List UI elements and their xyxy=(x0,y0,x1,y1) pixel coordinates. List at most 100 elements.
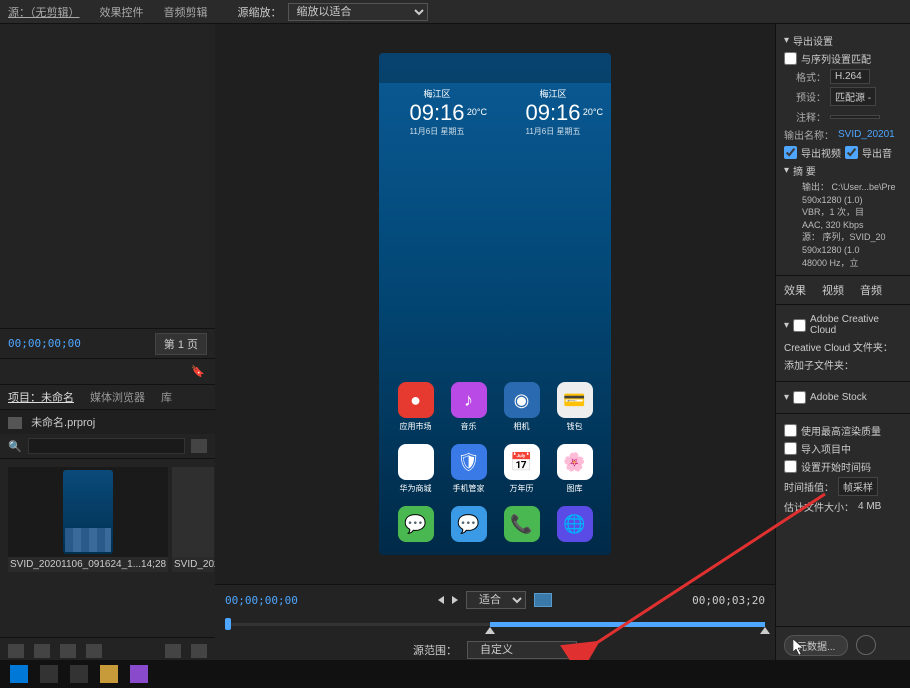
sort-icon[interactable] xyxy=(86,644,102,658)
app-item: ◉相机 xyxy=(504,382,540,432)
app-item: 🌐 xyxy=(557,506,593,545)
summary-src-label: 源： xyxy=(802,232,820,242)
mouse-cursor xyxy=(793,639,805,655)
app-item: ♪音乐 xyxy=(451,382,487,432)
app-label: 应用市场 xyxy=(400,421,432,432)
app-item: 🌸图库 xyxy=(557,444,593,494)
app-item: 💬 xyxy=(398,506,434,545)
export-frame-icon[interactable] xyxy=(534,593,552,607)
start-icon[interactable] xyxy=(10,665,28,683)
list-view-icon[interactable] xyxy=(8,644,24,658)
in-handle[interactable] xyxy=(485,627,495,634)
app-item: 📅万年历 xyxy=(504,444,540,494)
time-interp-select[interactable]: 帧采样 xyxy=(838,477,878,496)
tabs-bar: 源：（无剪辑） 效果控件 音频剪辑 源缩放： 缩放以适合 xyxy=(0,0,910,24)
tab-effects[interactable]: 效果控件 xyxy=(100,4,144,20)
out-handle[interactable] xyxy=(760,627,770,634)
tab-audio[interactable]: 音频 xyxy=(860,282,882,298)
export-video-label: 导出视频 xyxy=(801,145,841,160)
lock-temp-2: 20°C xyxy=(583,107,603,117)
app-icon: 📞 xyxy=(504,506,540,542)
app-icon: 💬 xyxy=(398,506,434,542)
new-item-icon[interactable] xyxy=(165,644,181,658)
explorer-icon[interactable] xyxy=(100,665,118,683)
lock-time-2: 09:16 xyxy=(525,100,580,126)
windows-taskbar xyxy=(0,660,910,688)
taskview-icon[interactable] xyxy=(70,665,88,683)
search-taskbar-icon[interactable] xyxy=(40,665,58,683)
app-icon: ♪ xyxy=(451,382,487,418)
icon-view-icon[interactable] xyxy=(34,644,50,658)
outname-link[interactable]: SVID_20201 xyxy=(838,129,895,140)
marker-icon[interactable]: 🔖 xyxy=(191,365,205,378)
import-proj-checkbox[interactable] xyxy=(784,442,797,455)
source-scale: 源缩放： 缩放以适合 xyxy=(238,3,428,21)
freeform-icon[interactable] xyxy=(60,644,76,658)
acc-folder-label: Creative Cloud 文件夹： xyxy=(784,339,893,354)
comment-input[interactable] xyxy=(830,115,880,119)
chevron-down-icon[interactable]: ▾ xyxy=(784,165,789,176)
trash-icon[interactable] xyxy=(191,644,207,658)
step-back-icon[interactable] xyxy=(438,596,444,604)
fit-select[interactable]: 适合 xyxy=(466,591,526,609)
stock-checkbox[interactable] xyxy=(793,391,806,404)
timeline-bar[interactable] xyxy=(225,615,765,635)
acc-label: Adobe Creative Cloud xyxy=(810,314,902,336)
app-icon: 💳 xyxy=(557,382,593,418)
acc-checkbox[interactable] xyxy=(793,319,806,332)
app-item: ● 应用市场 xyxy=(398,382,434,432)
project-file-icon xyxy=(8,417,22,429)
tc-left[interactable]: 00;00;00;00 xyxy=(225,594,298,607)
project-panel: 项目：未命名 媒体浏览器 库 未命名.prproj 🔍 SVID_2020110… xyxy=(0,384,215,664)
clip-item-1[interactable]: SVID_20201106_091624_1... 14;28 xyxy=(8,467,168,572)
max-quality-checkbox[interactable] xyxy=(784,424,797,437)
tab-project[interactable]: 项目：未命名 xyxy=(8,389,74,405)
app-icon: 📅 xyxy=(504,444,540,480)
chevron-down-icon[interactable]: ▾ xyxy=(784,392,789,403)
app-icon: 🛍 xyxy=(398,444,434,480)
tc-right: 00;00;03;20 xyxy=(692,594,765,607)
queue-button[interactable] xyxy=(856,635,876,655)
app-icon: 🛡 xyxy=(451,444,487,480)
project-file-name: 未命名.prproj xyxy=(31,417,95,429)
preset-select[interactable]: 匹配源 - xyxy=(830,87,876,106)
tab-fx[interactable]: 效果 xyxy=(784,282,806,298)
export-video-checkbox[interactable] xyxy=(784,146,797,159)
new-bin-icon[interactable] xyxy=(191,439,207,453)
project-search-input[interactable] xyxy=(28,438,185,454)
start-tc-checkbox[interactable] xyxy=(784,460,797,473)
pager-button[interactable]: 第 1 页 xyxy=(155,333,207,355)
src-scale-select[interactable]: 缩放以适合 xyxy=(288,3,428,21)
max-quality-label: 使用最高渲染质量 xyxy=(801,423,881,438)
lock-loc-1: 梅江区 xyxy=(423,87,450,100)
clip-item-2[interactable]: SVID_2020 xyxy=(172,467,214,572)
step-fwd-icon[interactable] xyxy=(452,596,458,604)
app-icon: 💬 xyxy=(451,506,487,542)
tab-audio-clip[interactable]: 音频剪辑 xyxy=(164,4,208,20)
lock-time-1: 09:16 xyxy=(409,100,464,126)
trim-range[interactable] xyxy=(490,622,765,627)
chevron-down-icon[interactable]: ▾ xyxy=(784,320,789,331)
tab-video[interactable]: 视频 xyxy=(822,282,844,298)
src-range-select[interactable]: 自定义 xyxy=(467,641,577,659)
start-tc-label: 设置开始时间码 xyxy=(801,459,871,474)
app-icon: 🌸 xyxy=(557,444,593,480)
clip1-dur: 14;28 xyxy=(141,559,166,570)
tab-media-browser[interactable]: 媒体浏览器 xyxy=(90,389,145,405)
app-label: 华为商城 xyxy=(400,483,432,494)
lock-date-2: 11月6日 星期五 xyxy=(526,126,581,137)
tab-source[interactable]: 源：（无剪辑） xyxy=(8,4,80,20)
export-audio-checkbox[interactable] xyxy=(845,146,858,159)
playhead-icon[interactable] xyxy=(225,618,231,630)
summary-label: 摘 要 xyxy=(793,163,816,178)
premiere-icon[interactable] xyxy=(130,665,148,683)
tab-library[interactable]: 库 xyxy=(161,389,172,405)
app-icon: ● xyxy=(398,382,434,418)
app-item: 🛡手机管家 xyxy=(451,444,487,494)
export-settings-panel: ▾导出设置 与序列设置匹配 格式：H.264 预设：匹配源 - 注释： 输出名称… xyxy=(775,24,910,664)
chevron-down-icon[interactable]: ▾ xyxy=(784,35,789,46)
match-seq-checkbox[interactable] xyxy=(784,52,797,65)
format-select[interactable]: H.264 xyxy=(830,69,870,84)
source-timecode: 00;00;00;00 xyxy=(8,337,81,350)
comment-label: 注释： xyxy=(784,109,826,124)
